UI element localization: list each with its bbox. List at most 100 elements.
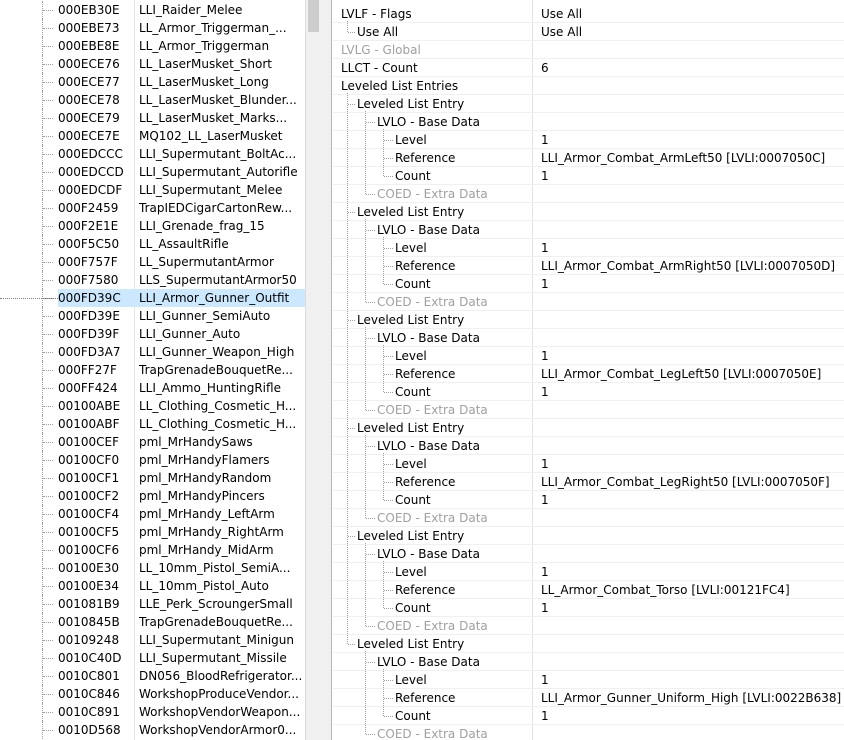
record-list-row[interactable]: 000EDCDF LLI_Supermutant_Melee bbox=[0, 181, 305, 199]
extra-data-row[interactable]: COED - Extra Data bbox=[333, 509, 844, 527]
extra-data-row[interactable]: COED - Extra Data bbox=[333, 617, 844, 635]
record-list-row[interactable]: 0010D568 WorkshopVendorArmor0... bbox=[0, 721, 305, 739]
base-data-row[interactable]: LVLO - Base Data bbox=[333, 437, 844, 455]
record-list-row[interactable]: 000ECE78 LL_LaserMusket_Blunder... bbox=[0, 91, 305, 109]
record-list-row[interactable]: 00100CEF pml_MrHandySaws bbox=[0, 433, 305, 451]
record-list-row[interactable]: 000ECE77 LL_LaserMusket_Long bbox=[0, 73, 305, 91]
field-value[interactable]: Use All bbox=[541, 23, 844, 41]
leveled-list-entry-row[interactable]: Leveled List Entry bbox=[333, 419, 844, 437]
field-value[interactable]: Use All bbox=[541, 5, 844, 23]
field-value[interactable]: 6 bbox=[541, 59, 844, 77]
count-row[interactable]: Count 1 bbox=[333, 275, 844, 293]
record-list-row[interactable]: 000FF424 LLI_Ammo_HuntingRifle bbox=[0, 379, 305, 397]
panel-splitter[interactable] bbox=[321, 0, 332, 740]
record-list-row[interactable]: 000FD39E LLI_Gunner_SemiAuto bbox=[0, 307, 305, 325]
field-value[interactable]: 1 bbox=[541, 671, 844, 689]
field-value[interactable]: 1 bbox=[541, 275, 844, 293]
record-list-row[interactable]: 000F2E1E LLI_Grenade_frag_15 bbox=[0, 217, 305, 235]
scrollbar-thumb[interactable] bbox=[308, 0, 319, 32]
record-list-row[interactable]: 000F5C50 LL_AssaultRifle bbox=[0, 235, 305, 253]
field-value[interactable]: 1 bbox=[541, 239, 844, 257]
field-value[interactable]: 1 bbox=[541, 455, 844, 473]
reference-row[interactable]: Reference LLI_Armor_Combat_ArmLeft50 [LVL… bbox=[333, 149, 844, 167]
field-value[interactable]: 1 bbox=[541, 131, 844, 149]
base-data-row[interactable]: LVLO - Base Data bbox=[333, 329, 844, 347]
count-row[interactable]: Count 1 bbox=[333, 599, 844, 617]
field-value[interactable]: LLI_Armor_Combat_LegLeft50 [LVLI:0007050… bbox=[541, 365, 844, 383]
record-list-row[interactable]: 00100CF0 pml_MrHandyFlamers bbox=[0, 451, 305, 469]
record-field-row[interactable]: LLCT - Count 6 bbox=[333, 59, 844, 77]
base-data-row[interactable]: LVLO - Base Data bbox=[333, 221, 844, 239]
field-value[interactable]: LLI_Armor_Gunner_Uniform_High [LVLI:0022… bbox=[541, 689, 844, 707]
count-row[interactable]: Count 1 bbox=[333, 491, 844, 509]
record-list-row[interactable]: 000EDCCC LLI_Supermutant_BoltAc... bbox=[0, 145, 305, 163]
record-list-row[interactable]: 000ECE76 LL_LaserMusket_Short bbox=[0, 55, 305, 73]
field-value[interactable]: LLI_Armor_Combat_ArmRight50 [LVLI:000705… bbox=[541, 257, 844, 275]
record-list-scrollbar[interactable] bbox=[305, 0, 321, 740]
record-list-row[interactable]: 00100CF5 pml_MrHandy_RightArm bbox=[0, 523, 305, 541]
record-list-row[interactable]: 000EDCCD LLI_Supermutant_Autorifle bbox=[0, 163, 305, 181]
reference-row[interactable]: Reference LLI_Armor_Combat_ArmRight50 [LV… bbox=[333, 257, 844, 275]
base-data-row[interactable]: LVLO - Base Data bbox=[333, 113, 844, 131]
level-row[interactable]: Level 1 bbox=[333, 239, 844, 257]
record-field-row[interactable]: Leveled List Entries bbox=[333, 77, 844, 95]
field-value[interactable]: 1 bbox=[541, 167, 844, 185]
record-list-row[interactable]: 0010C846 WorkshopProduceVendor... bbox=[0, 685, 305, 703]
record-field-row[interactable]: Use All Use All bbox=[333, 23, 844, 41]
extra-data-row[interactable]: COED - Extra Data bbox=[333, 725, 844, 740]
extra-data-row[interactable]: COED - Extra Data bbox=[333, 401, 844, 419]
record-list-row[interactable]: 000EBE8E LL_Armor_Triggerman bbox=[0, 37, 305, 55]
count-row[interactable]: Count 1 bbox=[333, 167, 844, 185]
leveled-list-entry-row[interactable]: Leveled List Entry bbox=[333, 95, 844, 113]
record-field-row[interactable]: LVLF - Flags Use All bbox=[333, 5, 844, 23]
leveled-list-entry-row[interactable]: Leveled List Entry bbox=[333, 311, 844, 329]
leveled-list-entry-row[interactable]: Leveled List Entry bbox=[333, 203, 844, 221]
field-value[interactable]: LLI_Armor_Combat_LegRight50 [LVLI:000705… bbox=[541, 473, 844, 491]
record-list-row[interactable]: 00100E30 LL_10mm_Pistol_SemiA... bbox=[0, 559, 305, 577]
record-list-row[interactable]: 00100CF1 pml_MrHandyRandom bbox=[0, 469, 305, 487]
leveled-list-entry-row[interactable]: Leveled List Entry bbox=[333, 527, 844, 545]
record-field-row[interactable]: LVLG - Global bbox=[333, 41, 844, 59]
record-list-row[interactable]: 0010C801 DN056_BloodRefrigerator... bbox=[0, 667, 305, 685]
record-list-row[interactable]: 000FF27F TrapGrenadeBouquetRe... bbox=[0, 361, 305, 379]
record-list-row[interactable]: 00100E34 LL_10mm_Pistol_Auto bbox=[0, 577, 305, 595]
field-value[interactable]: 1 bbox=[541, 599, 844, 617]
count-row[interactable]: Count 1 bbox=[333, 707, 844, 725]
field-value[interactable]: 1 bbox=[541, 347, 844, 365]
base-data-row[interactable]: LVLO - Base Data bbox=[333, 653, 844, 671]
record-list-row[interactable]: 000ECE79 LL_LaserMusket_Marks... bbox=[0, 109, 305, 127]
record-list-row[interactable]: 000FD39F LLI_Gunner_Auto bbox=[0, 325, 305, 343]
base-data-row[interactable]: LVLO - Base Data bbox=[333, 545, 844, 563]
record-list-row[interactable]: 000ECE7E MQ102_LL_LaserMusket bbox=[0, 127, 305, 145]
record-list-row[interactable]: 0010C40D LLI_Supermutant_Missile bbox=[0, 649, 305, 667]
count-row[interactable]: Count 1 bbox=[333, 383, 844, 401]
extra-data-row[interactable]: COED - Extra Data bbox=[333, 185, 844, 203]
leveled-list-entry-row[interactable]: Leveled List Entry bbox=[333, 635, 844, 653]
record-list-row[interactable]: 00100CF4 pml_MrHandy_LeftArm bbox=[0, 505, 305, 523]
field-value[interactable]: 1 bbox=[541, 563, 844, 581]
record-list-row[interactable]: 000EBE73 LL_Armor_Triggerman_... bbox=[0, 19, 305, 37]
field-value[interactable]: LLI_Armor_Combat_ArmLeft50 [LVLI:0007050… bbox=[541, 149, 844, 167]
record-list-row[interactable]: 0010845B TrapGrenadeBouquetRe... bbox=[0, 613, 305, 631]
level-row[interactable]: Level 1 bbox=[333, 455, 844, 473]
level-row[interactable]: Level 1 bbox=[333, 131, 844, 149]
record-list-row[interactable]: 000F2459 TrapIEDCigarCartonRew... bbox=[0, 199, 305, 217]
field-value[interactable]: 1 bbox=[541, 707, 844, 725]
record-list-row[interactable]: 00100CF2 pml_MrHandyPincers bbox=[0, 487, 305, 505]
record-list-row[interactable]: 001081B9 LLE_Perk_ScroungerSmall bbox=[0, 595, 305, 613]
field-value[interactable]: LL_Armor_Combat_Torso [LVLI:00121FC4] bbox=[541, 581, 844, 599]
record-list-row[interactable]: 00100ABE LL_Clothing_Cosmetic_H... bbox=[0, 397, 305, 415]
record-list-row[interactable]: 000EB30E LLI_Raider_Melee bbox=[0, 1, 305, 19]
record-list-row[interactable]: 000F757F LL_SupermutantArmor bbox=[0, 253, 305, 271]
level-row[interactable]: Level 1 bbox=[333, 671, 844, 689]
record-list-row[interactable]: 000FD39C LLI_Armor_Gunner_Outfit bbox=[0, 289, 305, 307]
record-list-row[interactable]: 000FD3A7 LLI_Gunner_Weapon_High bbox=[0, 343, 305, 361]
reference-row[interactable]: Reference LLI_Armor_Combat_LegRight50 [LV… bbox=[333, 473, 844, 491]
record-list-row[interactable]: 00109248 LLI_Supermutant_Minigun bbox=[0, 631, 305, 649]
field-value[interactable]: 1 bbox=[541, 383, 844, 401]
record-list-row[interactable]: 00100CF6 pml_MrHandy_MidArm bbox=[0, 541, 305, 559]
record-list-row[interactable]: 0010C891 WorkshopVendorWeapon... bbox=[0, 703, 305, 721]
level-row[interactable]: Level 1 bbox=[333, 563, 844, 581]
reference-row[interactable]: Reference LLI_Armor_Combat_LegLeft50 [LVL… bbox=[333, 365, 844, 383]
record-list-row[interactable]: 00100ABF LL_Clothing_Cosmetic_H... bbox=[0, 415, 305, 433]
